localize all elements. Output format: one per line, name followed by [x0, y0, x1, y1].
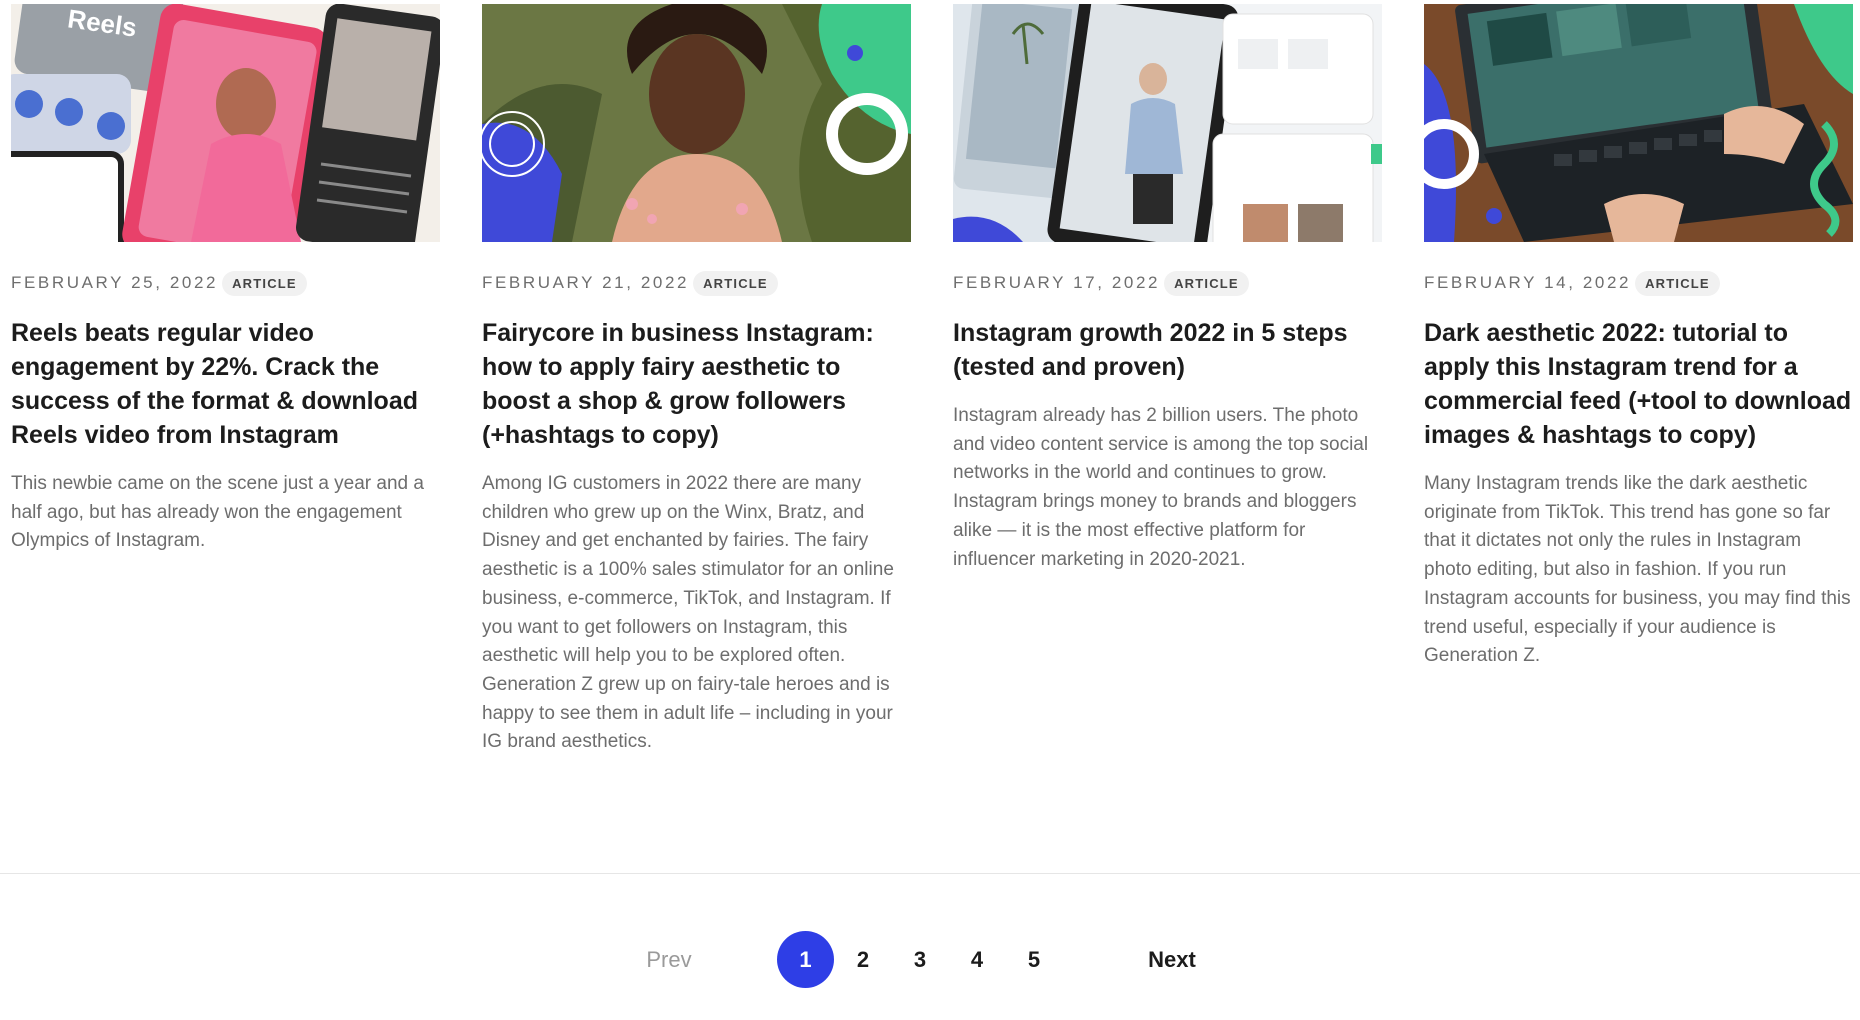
next-page-link[interactable]: Next: [1146, 931, 1198, 989]
article-excerpt: Instagram already has 2 billion users. T…: [953, 405, 1369, 570]
page-link-5[interactable]: 5: [1016, 931, 1052, 989]
article-excerpt: Many Instagram trends like the dark aest…: [1424, 473, 1851, 667]
article-type-badge[interactable]: ARTICLE: [1164, 270, 1249, 296]
fairycore-illustration: [482, 4, 911, 242]
article-meta: FEBRUARY 14, 2022 ARTICLE: [1424, 270, 1853, 296]
prev-page-link[interactable]: Prev: [646, 931, 692, 989]
article-card: Reels FEBRUARY 25, 2022 ARTICLE Reels be…: [11, 4, 440, 757]
pagination: Prev 1 2 3 4 5 Next: [0, 931, 1860, 989]
article-date: FEBRUARY 14, 2022: [1424, 273, 1632, 292]
article-title[interactable]: Dark aesthetic 2022: tutorial to apply t…: [1424, 316, 1853, 452]
pagination-divider: [0, 873, 1860, 874]
article-title[interactable]: Instagram growth 2022 in 5 steps (tested…: [953, 316, 1382, 384]
article-date: FEBRUARY 21, 2022: [482, 273, 690, 292]
article-meta: FEBRUARY 17, 2022 ARTICLE: [953, 270, 1382, 296]
page-link-1[interactable]: 1: [777, 931, 834, 988]
article-thumbnail-reels[interactable]: Reels: [11, 4, 440, 242]
article-title[interactable]: Fairycore in business Instagram: how to …: [482, 316, 911, 452]
page-link-4[interactable]: 4: [959, 931, 995, 989]
article-excerpt: Among IG customers in 2022 there are man…: [482, 473, 894, 753]
page-link-2[interactable]: 2: [845, 931, 881, 989]
reels-illustration: Reels: [11, 4, 440, 242]
article-thumbnail-growth[interactable]: [953, 4, 1382, 242]
article-card: FEBRUARY 21, 2022 ARTICLE Fairycore in b…: [482, 4, 911, 757]
article-date: FEBRUARY 17, 2022: [953, 273, 1161, 292]
article-excerpt: This newbie came on the scene just a yea…: [11, 473, 424, 552]
page-link-3[interactable]: 3: [902, 931, 938, 989]
article-type-badge[interactable]: ARTICLE: [222, 270, 307, 296]
article-card: FEBRUARY 14, 2022 ARTICLE Dark aesthetic…: [1424, 4, 1853, 757]
article-thumbnail-dark-aesthetic[interactable]: [1424, 4, 1853, 242]
article-type-badge[interactable]: ARTICLE: [1635, 270, 1720, 296]
article-meta: FEBRUARY 21, 2022 ARTICLE: [482, 270, 911, 296]
article-card: FEBRUARY 17, 2022 ARTICLE Instagram grow…: [953, 4, 1382, 757]
article-thumbnail-fairycore[interactable]: [482, 4, 911, 242]
article-title[interactable]: Reels beats regular video engagement by …: [11, 316, 440, 452]
article-meta: FEBRUARY 25, 2022 ARTICLE: [11, 270, 440, 296]
article-date: FEBRUARY 25, 2022: [11, 273, 219, 292]
articles-grid: Reels FEBRUARY 25, 2022 ARTICLE Reels be…: [11, 4, 1853, 757]
article-type-badge[interactable]: ARTICLE: [693, 270, 778, 296]
growth-illustration: [953, 4, 1382, 242]
dark-aesthetic-illustration: [1424, 4, 1853, 242]
